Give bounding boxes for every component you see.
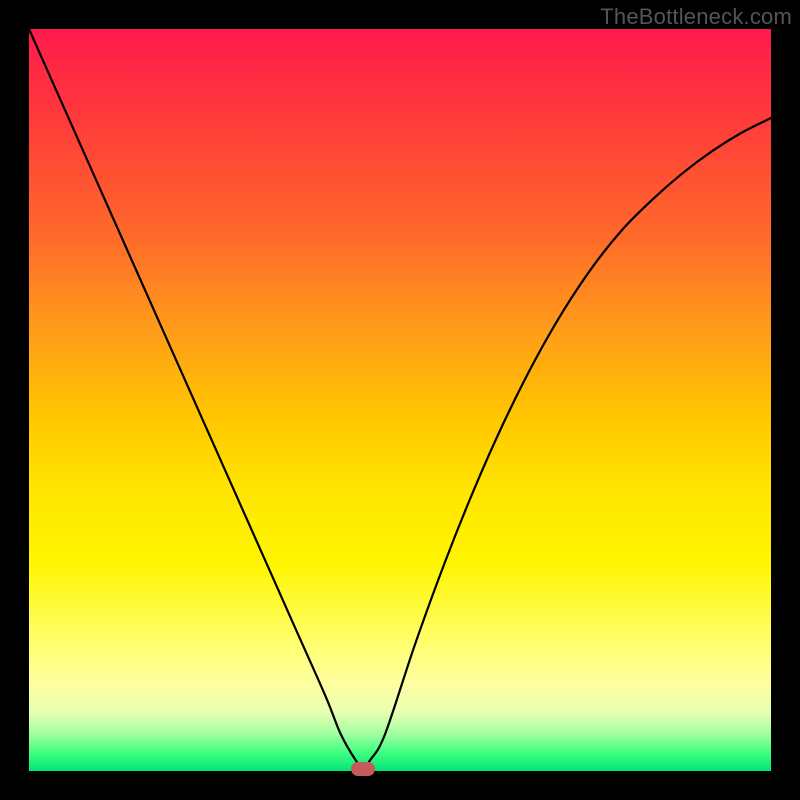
bottleneck-curve: [29, 29, 771, 767]
minimum-marker: [351, 762, 375, 776]
watermark-text: TheBottleneck.com: [600, 4, 792, 30]
chart-svg: [29, 29, 771, 771]
chart-plot-area: [29, 29, 771, 771]
